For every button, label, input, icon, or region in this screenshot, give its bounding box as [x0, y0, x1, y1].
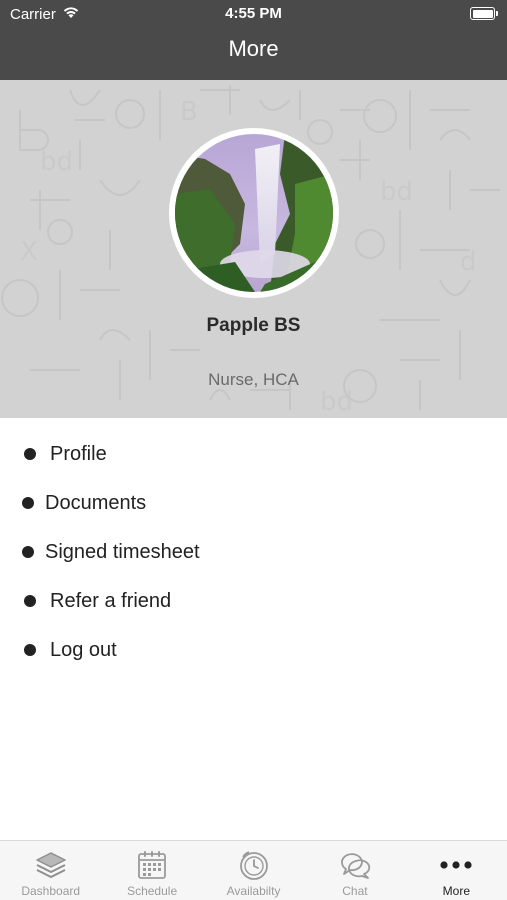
page-title: More [228, 36, 279, 61]
menu-item-label: Log out [50, 638, 117, 661]
bullet-icon [22, 546, 34, 558]
tab-bar: Dashboard Schedule Availabilty Chat More [0, 840, 507, 900]
clock-icon [237, 848, 271, 882]
svg-text:X: X [20, 237, 38, 267]
menu-item-profile[interactable]: Profile [24, 434, 484, 474]
battery-icon [470, 7, 498, 20]
menu-item-label: Profile [50, 442, 107, 465]
avatar[interactable] [175, 134, 333, 292]
top-bar: Carrier 4:55 PM More [0, 0, 507, 80]
menu-item-documents[interactable]: Documents [22, 483, 482, 523]
menu-item-label: Signed timesheet [45, 540, 200, 563]
status-bar: Carrier 4:55 PM [0, 0, 507, 28]
profile-header: bd bd X d B bd Papple BS Nurse, HCA [0, 80, 507, 418]
tab-label: More [442, 884, 470, 898]
svg-text:d: d [460, 247, 477, 277]
profile-role: Nurse, HCA [208, 370, 299, 389]
menu-item-refer-a-friend[interactable]: Refer a friend [24, 581, 484, 621]
layers-icon [34, 848, 68, 882]
bullet-icon [24, 448, 36, 460]
svg-text:bd: bd [40, 147, 73, 177]
bullet-icon [22, 497, 34, 509]
tab-chat[interactable]: Chat [304, 841, 405, 900]
tab-label: Availabilty [226, 884, 281, 898]
svg-text:B: B [180, 97, 198, 127]
tab-dashboard[interactable]: Dashboard [0, 841, 101, 900]
menu-item-log-out[interactable]: Log out [24, 630, 484, 670]
profile-name: Papple BS [206, 315, 301, 336]
svg-text:bd: bd [320, 387, 353, 417]
bullet-icon [24, 644, 36, 656]
tab-label: Dashboard [21, 884, 81, 898]
svg-text:bd: bd [380, 177, 413, 207]
bullet-icon [24, 595, 36, 607]
tab-schedule[interactable]: Schedule [101, 841, 202, 900]
tab-label: Schedule [127, 884, 178, 898]
menu-item-signed-timesheet[interactable]: Signed timesheet [22, 532, 482, 572]
waterfall-photo [175, 134, 333, 292]
menu-item-label: Refer a friend [50, 589, 172, 612]
menu-item-label: Documents [45, 491, 147, 514]
chat-bubbles-icon [338, 848, 372, 882]
status-time: 4:55 PM [225, 5, 282, 22]
more-dots-icon [439, 848, 473, 882]
calendar-icon [135, 848, 169, 882]
tab-label: Chat [342, 884, 368, 898]
tab-availability[interactable]: Availabilty [203, 841, 304, 900]
tab-more[interactable]: More [406, 841, 507, 900]
